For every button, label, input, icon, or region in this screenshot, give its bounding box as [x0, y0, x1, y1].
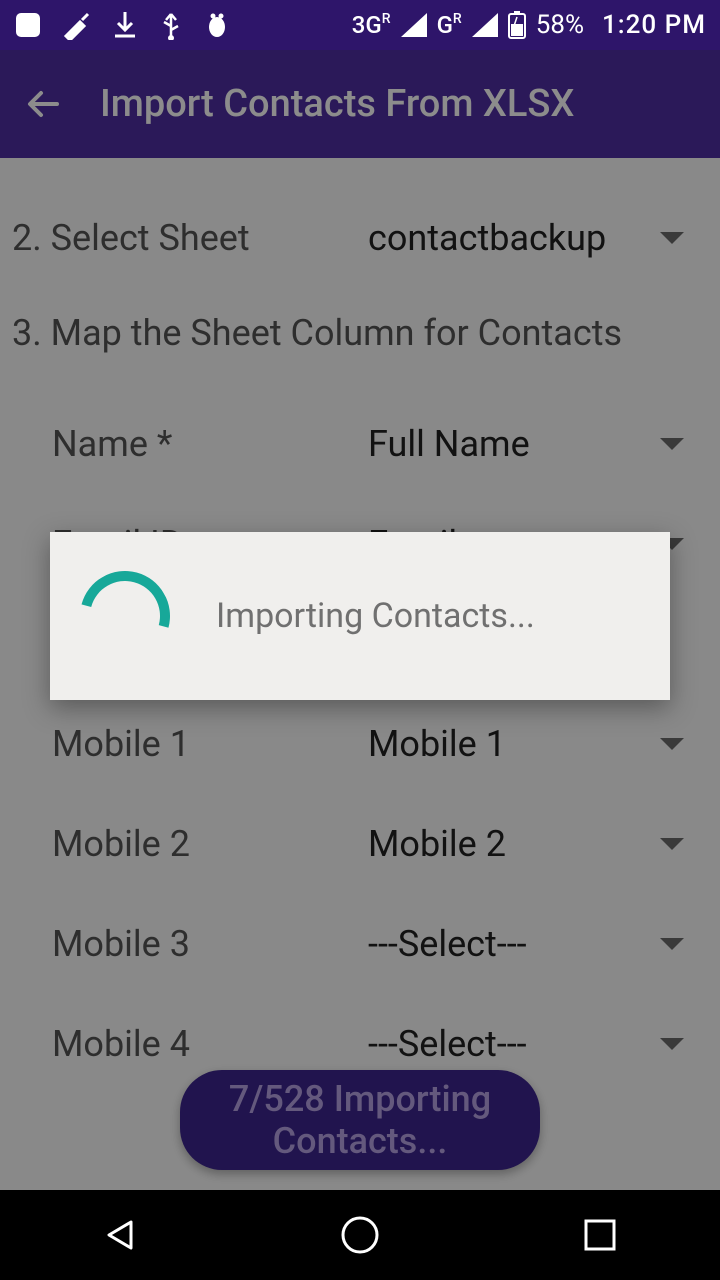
signal-1-icon — [401, 13, 427, 37]
dialog-message: Importing Contacts... — [216, 596, 535, 636]
circle-home-icon — [339, 1214, 381, 1256]
cleaner-icon — [62, 10, 92, 40]
network-g-label: GR — [437, 11, 462, 39]
battery-icon — [508, 11, 526, 39]
importing-dialog: Importing Contacts... — [50, 532, 670, 700]
square-recent-icon — [582, 1217, 618, 1253]
spinner-icon — [64, 555, 187, 678]
battery-percent: 58% — [536, 10, 584, 40]
nav-home-button[interactable] — [330, 1205, 390, 1265]
app-notification-icon — [14, 11, 42, 39]
system-nav-bar — [0, 1190, 720, 1280]
triangle-back-icon — [101, 1216, 139, 1254]
nav-recent-button[interactable] — [570, 1205, 630, 1265]
debug-icon — [204, 11, 230, 39]
download-icon — [112, 10, 138, 40]
signal-2-icon — [472, 13, 498, 37]
network-3g-label: 3GR — [352, 11, 391, 39]
clock-time: 1:20 PM — [602, 10, 706, 40]
nav-back-button[interactable] — [90, 1205, 150, 1265]
usb-icon — [158, 10, 184, 40]
status-bar: 3GR GR 58% 1:20 PM — [0, 0, 720, 50]
